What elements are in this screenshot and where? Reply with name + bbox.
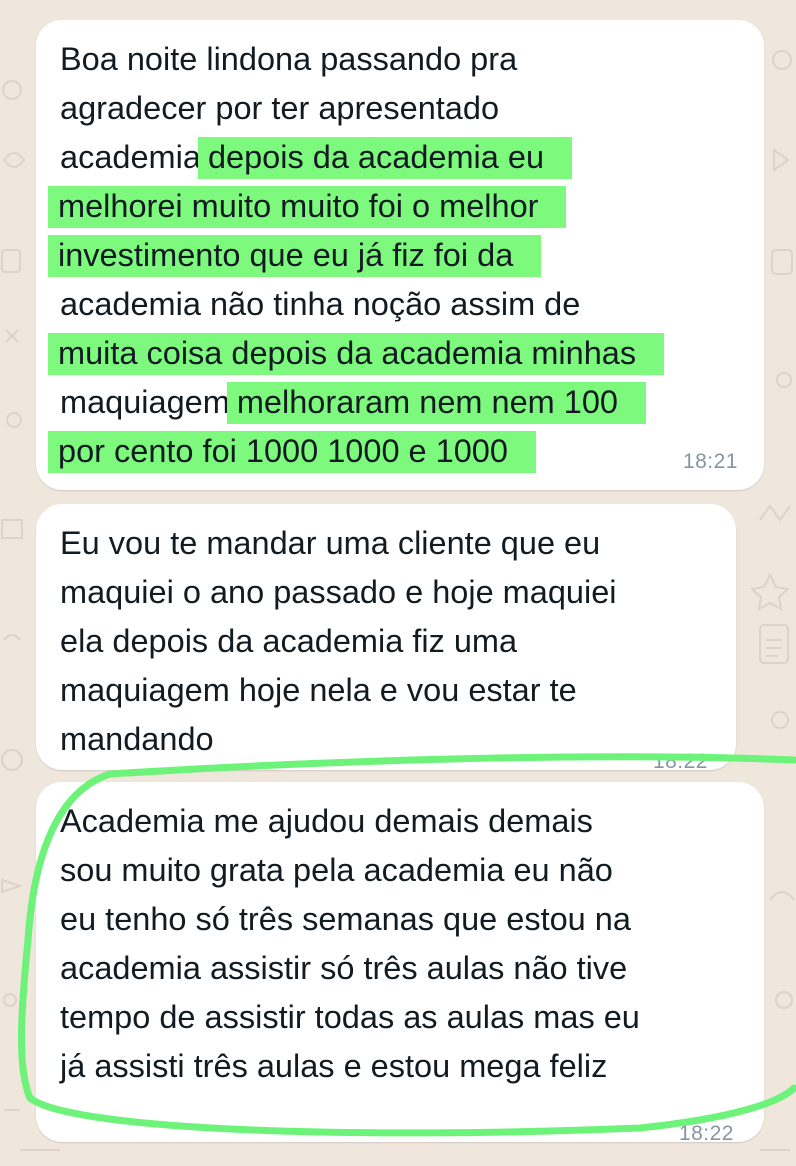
message-time: 18:22 xyxy=(678,1122,734,1145)
message-text-segment: maquiagem xyxy=(60,384,230,420)
message-text: Academia me ajudou demais demais sou mui… xyxy=(60,797,640,1091)
message-text-segment: Academia me ajudou demais demais sou mui… xyxy=(60,803,640,1084)
highlighted-text: muita coisa depois da academia minhas xyxy=(48,333,665,375)
message-text: Boa noite lindona passando pra agradecer… xyxy=(48,35,665,476)
message-text: Eu vou te mandar uma cliente que eu maqu… xyxy=(60,519,617,764)
message-text-segment: Eu vou te mandar uma cliente que eu maqu… xyxy=(60,525,617,757)
message-text-segment: academia não tinha noção assim de xyxy=(60,286,581,322)
message-time: 18:21 xyxy=(682,450,738,473)
message-time: 18:22 xyxy=(652,750,708,773)
message-bubble[interactable]: Eu vou te mandar uma cliente que eu maqu… xyxy=(36,504,736,773)
message-bubble[interactable]: Academia me ajudou demais demais sou mui… xyxy=(36,782,764,1145)
message-bubble[interactable]: Boa noite lindona passando pra agradecer… xyxy=(36,20,764,490)
